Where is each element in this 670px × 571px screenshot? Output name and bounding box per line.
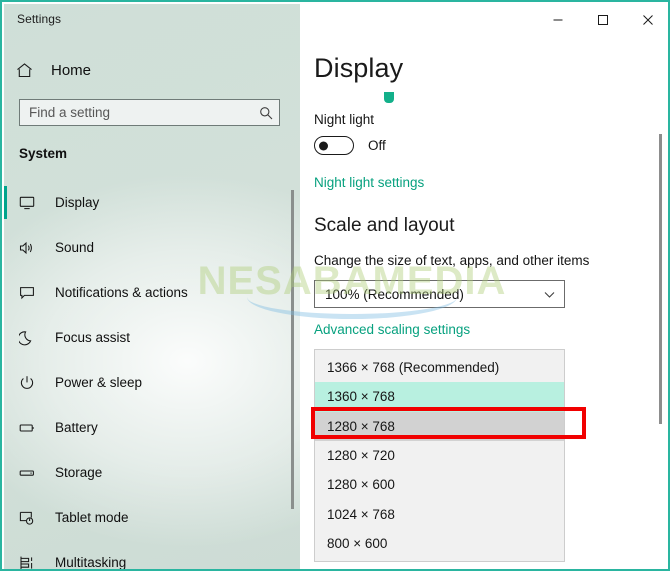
maximize-button[interactable]	[580, 4, 625, 35]
window-controls	[535, 4, 668, 35]
sidebar-item-battery[interactable]: Battery	[4, 405, 300, 450]
storage-icon	[19, 465, 45, 481]
resolution-option[interactable]: 1360 × 768	[315, 382, 564, 412]
speaker-icon	[19, 240, 45, 256]
main-panel: Display Night light Off Night light sett…	[300, 4, 668, 569]
monitor-icon	[19, 195, 45, 211]
sidebar-item-label: Multitasking	[55, 555, 127, 570]
sidebar-item-label: Sound	[55, 240, 95, 255]
chevron-down-icon	[534, 288, 564, 301]
resolution-option[interactable]: 1280 × 768	[315, 411, 564, 441]
page-title: Display	[314, 53, 404, 83]
sidebar-item-display[interactable]: Display	[4, 180, 300, 225]
sidebar-item-multitasking[interactable]: Multitasking	[4, 540, 300, 570]
search-icon[interactable]	[253, 106, 279, 120]
moon-icon	[19, 330, 45, 346]
sidebar-scrollbar[interactable]	[291, 190, 294, 509]
main-scrollbar[interactable]	[659, 134, 662, 424]
sidebar-group-title: System	[19, 146, 68, 161]
sidebar-item-label: Notifications & actions	[55, 285, 188, 300]
night-light-label: Night light	[314, 112, 375, 127]
scale-caption: Change the size of text, apps, and other…	[314, 253, 590, 268]
search-input[interactable]: Find a setting	[19, 99, 280, 126]
tablet-icon	[19, 510, 45, 526]
sidebar-item-label: Tablet mode	[55, 510, 129, 525]
night-light-toggle-state: Off	[368, 138, 386, 153]
resolution-option[interactable]: 1280 × 600	[315, 470, 564, 499]
advanced-scaling-settings-link[interactable]: Advanced scaling settings	[314, 322, 470, 337]
night-light-settings-link[interactable]: Night light settings	[314, 175, 424, 190]
resolution-option[interactable]: 1280 × 720	[315, 441, 564, 470]
resolution-option[interactable]: 1024 × 768	[315, 499, 564, 528]
sidebar-item-focus-assist[interactable]: Focus assist	[4, 315, 300, 360]
sidebar-item-label: Focus assist	[55, 330, 131, 345]
home-icon	[16, 62, 38, 79]
sidebar-home-label: Home	[51, 61, 92, 79]
scale-dropdown-value: 100% (Recommended)	[325, 286, 464, 302]
sidebar-item-home[interactable]: Home	[16, 58, 91, 82]
notification-icon	[19, 285, 45, 301]
toggle-knob	[319, 141, 328, 150]
battery-icon	[19, 420, 45, 436]
resolution-dropdown-list[interactable]: 1366 × 768 (Recommended) 1360 × 768 1280 ×…	[314, 349, 565, 562]
sidebar-item-sound[interactable]: Sound	[4, 225, 300, 270]
accent-badge-icon	[384, 92, 394, 103]
settings-window: Settings Home Find a setting System Disp…	[0, 0, 670, 571]
power-icon	[19, 375, 45, 391]
resolution-option[interactable]: 800 × 600	[315, 529, 564, 558]
window-title: Settings	[17, 12, 62, 26]
scale-and-layout-heading: Scale and layout	[314, 215, 455, 236]
sidebar-item-tablet-mode[interactable]: Tablet mode	[4, 495, 300, 540]
close-button[interactable]	[625, 4, 668, 35]
sidebar-item-power-sleep[interactable]: Power & sleep	[4, 360, 300, 405]
sidebar-item-storage[interactable]: Storage	[4, 450, 300, 495]
minimize-button[interactable]	[535, 4, 580, 35]
sidebar: Settings Home Find a setting System Disp…	[4, 4, 300, 570]
sidebar-item-notifications-actions[interactable]: Notifications & actions	[4, 270, 300, 315]
sidebar-item-label: Power & sleep	[55, 375, 143, 390]
scale-dropdown[interactable]: 100% (Recommended)	[314, 280, 565, 308]
sidebar-item-label: Storage	[55, 465, 103, 480]
night-light-toggle[interactable]	[314, 136, 354, 155]
resolution-option[interactable]: 1366 × 768 (Recommended)	[315, 353, 564, 382]
night-light-toggle-row: Off	[314, 136, 386, 155]
sidebar-item-label: Battery	[55, 420, 98, 435]
search-placeholder: Find a setting	[29, 105, 111, 120]
sidebar-nav: Display Sound Notifications & actions Focus…	[4, 180, 300, 570]
multitasking-icon	[19, 555, 45, 570]
sidebar-item-label: Display	[55, 195, 100, 210]
